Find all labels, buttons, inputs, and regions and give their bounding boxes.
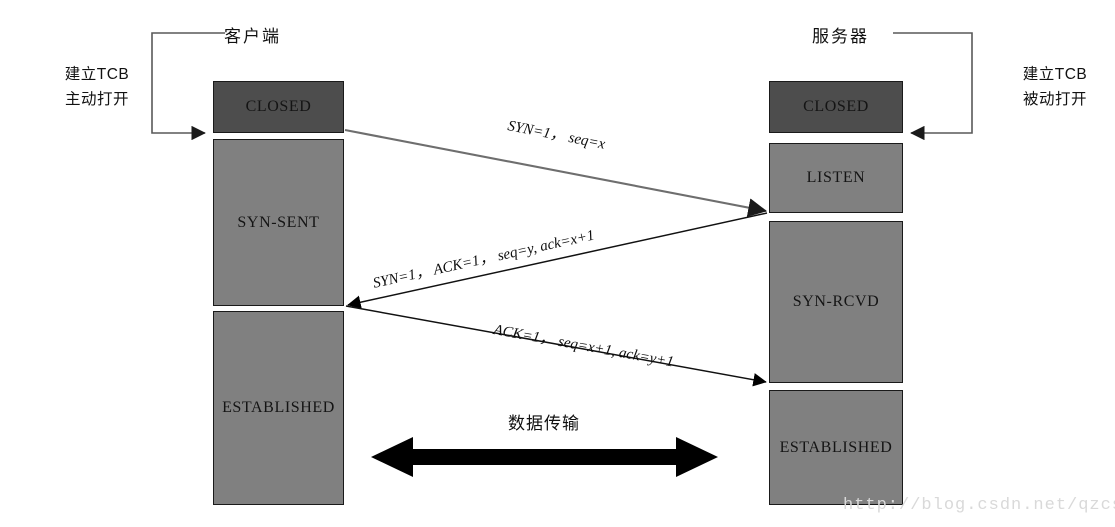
- client-title: 客户端: [224, 27, 281, 46]
- server-note-line-1: 建立TCB: [1022, 66, 1088, 83]
- data-transfer-label: 数据传输: [508, 414, 580, 433]
- data-transfer-arrow: [371, 437, 718, 477]
- server-state-closed: CLOSED: [769, 81, 903, 133]
- client-state-established-label: ESTABLISHED: [222, 399, 335, 416]
- client-state-closed-label: CLOSED: [245, 98, 312, 115]
- server-state-established: ESTABLISHED: [769, 390, 903, 505]
- server-entry-connector: [893, 32, 973, 141]
- server-state-syn-rcvd: SYN-RCVD: [769, 221, 903, 383]
- server-state-closed-label: CLOSED: [803, 98, 869, 115]
- diagram-vector-layer: [151, 32, 973, 477]
- server-state-established-label: ESTABLISHED: [779, 438, 893, 456]
- message-arrow-syn-ack: [347, 212, 768, 309]
- watermark: http://blog.csdn.net/qzcsu: [843, 496, 1115, 515]
- client-state-syn-sent: SYN-SENT: [213, 139, 344, 306]
- client-state-closed: CLOSED: [213, 81, 344, 133]
- server-state-syn-rcvd-label: SYN-RCVD: [792, 293, 880, 310]
- client-note: 建立TCB 主动打开: [42, 62, 152, 112]
- server-state-listen: LISTEN: [769, 143, 903, 213]
- server-title: 服务器: [812, 27, 869, 46]
- server-note: 建立TCB 被动打开: [1000, 62, 1110, 112]
- server-note-line-2: 被动打开: [1022, 91, 1087, 108]
- server-state-listen-label: LISTEN: [806, 169, 866, 186]
- client-state-syn-sent-label: SYN-SENT: [237, 213, 320, 231]
- client-note-line-2: 主动打开: [64, 91, 129, 108]
- client-note-line-1: 建立TCB: [64, 66, 130, 83]
- client-state-established: ESTABLISHED: [213, 311, 344, 505]
- tcp-handshake-diagram: 客户端 服务器 建立TCB 主动打开 建立TCB 被动打开 CLOSED SYN…: [0, 0, 1115, 527]
